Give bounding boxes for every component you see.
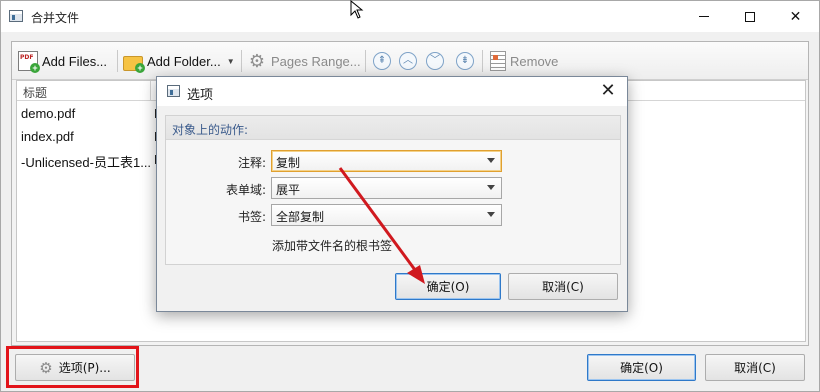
add-pdf-icon: + [18, 51, 40, 73]
move-down-icon[interactable]: ﹀ [426, 52, 444, 70]
dialog-title-bar: 选项 ✕ [157, 77, 627, 106]
maximize-button[interactable] [727, 1, 772, 32]
highlight-box [6, 346, 139, 388]
actions-group: 对象上的动作: 注释: 复制 表单域: 展平 书签: 全部复制 添加带文件名的根… [165, 115, 621, 265]
dialog-app-icon [167, 85, 180, 97]
title-bar: 合并文件 ✕ [1, 1, 819, 32]
mouse-cursor-icon [350, 0, 364, 19]
chevron-down-icon [487, 212, 495, 217]
column-header-title[interactable]: 标题 [23, 84, 47, 101]
file-name: -Unlicensed-员工表1... [21, 155, 152, 170]
move-bottom-icon[interactable]: ⇟ [456, 52, 474, 70]
toolbar-separator [365, 50, 366, 72]
close-icon: ✕ [789, 8, 802, 25]
window-title: 合并文件 [31, 11, 80, 25]
toolbar: + Add Files... + Add Folder... ▼ ⚙ Pages… [12, 42, 808, 80]
add-folder-button[interactable]: + Add Folder... ▼ [123, 49, 235, 73]
dropdown-arrow-icon: ▼ [226, 56, 235, 66]
pages-range-button[interactable]: ⚙ Pages Range... [247, 49, 361, 73]
file-name: index.pdf [21, 129, 74, 144]
chevron-down-icon [487, 185, 495, 190]
comments-value: 复制 [276, 156, 301, 170]
dialog-cancel-button[interactable]: 取消(C) [508, 273, 618, 300]
dialog-cancel-label: 取消(C) [542, 280, 584, 294]
toolbar-separator [241, 50, 242, 72]
move-up-icon[interactable]: ︿ [399, 52, 417, 70]
dialog-ok-button[interactable]: 确定(O) [395, 273, 501, 300]
bookmarks-label: 书签: [237, 210, 266, 224]
remove-button[interactable]: Remove [490, 49, 558, 73]
dialog-title: 选项 [187, 88, 214, 103]
ok-button[interactable]: 确定(O) [587, 354, 696, 381]
minimize-button[interactable] [681, 1, 726, 32]
remove-label: Remove [510, 53, 559, 69]
cancel-label: 取消(C) [734, 361, 776, 375]
move-top-icon[interactable]: ⇞ [373, 52, 391, 70]
close-button[interactable]: ✕ [773, 1, 818, 32]
cancel-button[interactable]: 取消(C) [705, 354, 805, 381]
column-divider[interactable] [150, 81, 151, 101]
add-files-label: Add Files... [42, 53, 108, 69]
comments-select[interactable]: 复制 [271, 150, 502, 172]
form-fields-select[interactable]: 展平 [271, 177, 502, 199]
maximize-icon [744, 11, 755, 22]
chevron-down-icon [487, 158, 495, 163]
toolbar-separator [482, 50, 483, 72]
file-name: demo.pdf [21, 106, 76, 121]
bookmarks-value: 全部复制 [276, 210, 325, 224]
toolbar-separator [117, 50, 118, 72]
root-bookmark-option[interactable]: 添加带文件名的根书签 [272, 237, 392, 254]
add-folder-label: Add Folder... [147, 53, 221, 69]
ok-label: 确定(O) [620, 361, 663, 375]
remove-list-icon [490, 51, 506, 71]
dialog-ok-label: 确定(O) [426, 280, 470, 294]
app-icon [9, 10, 23, 22]
group-title: 对象上的动作: [172, 123, 249, 137]
add-files-button[interactable]: + Add Files... [18, 49, 107, 73]
options-dialog: 选项 ✕ 对象上的动作: 注释: 复制 表单域: 展平 书签: 全部复制 添加带… [156, 76, 628, 312]
minimize-icon [698, 16, 709, 17]
add-folder-icon: + [123, 55, 145, 73]
bookmarks-select[interactable]: 全部复制 [271, 204, 502, 226]
close-icon[interactable]: ✕ [593, 79, 623, 103]
form-fields-label: 表单域: [225, 183, 266, 197]
pages-range-label: Pages Range... [271, 53, 361, 69]
form-fields-value: 展平 [276, 183, 301, 197]
comments-label: 注释: [237, 156, 266, 170]
gear-icon: ⚙ [248, 51, 266, 71]
group-header: 对象上的动作: [166, 116, 620, 140]
